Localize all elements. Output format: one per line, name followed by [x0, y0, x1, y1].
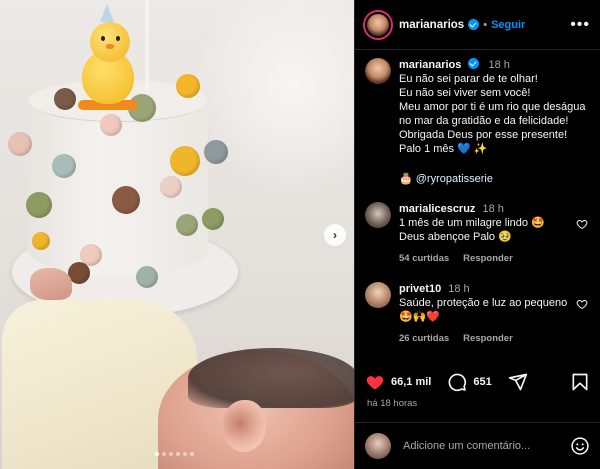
caption-time: 18 h: [488, 59, 510, 71]
comment-text: 1 mês de um milagre lindo 🤩 Deus abençoe…: [399, 217, 545, 243]
heart-icon[interactable]: [576, 218, 588, 230]
comment-item: privet10 18 h Saúde, proteção e luz ao p…: [365, 282, 590, 346]
post-photo[interactable]: ›: [0, 0, 354, 469]
avatar[interactable]: [365, 202, 391, 228]
carousel-dot: [183, 452, 187, 456]
post-details-panel: marianarios • Seguir ••• marianarios 18 …: [354, 0, 600, 469]
comment-icon[interactable]: [447, 372, 467, 392]
carousel-dot: [155, 452, 159, 456]
comment-username[interactable]: privet10: [399, 283, 441, 295]
baby-hand: [30, 268, 72, 300]
comment-username[interactable]: marialicescruz: [399, 203, 475, 215]
likes-count[interactable]: 66,1 mil: [391, 376, 431, 388]
candle: [145, 0, 149, 90]
comment-item: marialicescruz 18 h 1 mês de um milagre …: [365, 202, 590, 266]
post-timestamp[interactable]: há 18 horas: [367, 398, 417, 409]
caption-username[interactable]: marianarios: [399, 59, 461, 71]
chevron-right-icon[interactable]: ›: [324, 224, 346, 246]
emoji-icon[interactable]: [570, 436, 590, 456]
cake-emoji: 🎂: [399, 173, 413, 185]
comment-time: 18 h: [482, 203, 504, 215]
verified-badge-icon: [468, 58, 480, 69]
carousel-dot: [190, 452, 194, 456]
comment-likes[interactable]: 54 curtidas: [399, 252, 449, 266]
avatar: [365, 433, 391, 459]
comments-list[interactable]: marianarios 18 h Eu não sei parar de te …: [355, 50, 600, 360]
bookmark-icon[interactable]: [570, 372, 590, 392]
reply-button[interactable]: Responder: [463, 252, 513, 266]
comment-text: Saúde, proteção e luz ao pequeno 🤩🙌❤️: [399, 297, 568, 323]
more-options-icon[interactable]: •••: [570, 16, 590, 34]
avatar[interactable]: [365, 58, 391, 84]
follow-button[interactable]: Seguir: [491, 19, 525, 31]
add-comment-bar: [355, 422, 600, 469]
heart-icon[interactable]: [576, 298, 588, 310]
author-username[interactable]: marianarios: [399, 19, 464, 31]
action-bar: 66,1 mil 651: [355, 362, 600, 402]
reply-button[interactable]: Responder: [463, 332, 513, 346]
share-icon[interactable]: [508, 372, 528, 392]
instagram-post-modal: › marianarios • Seguir ••• marianarios 1…: [0, 0, 600, 469]
avatar[interactable]: [365, 11, 391, 38]
carousel-dot: [162, 452, 166, 456]
comment-time: 18 h: [448, 283, 470, 295]
caption-text: Eu não sei parar de te olhar! Eu não sei…: [399, 73, 586, 155]
mention-link[interactable]: @ryropatisserie: [416, 173, 493, 185]
carousel-dot: [169, 452, 173, 456]
post-header: marianarios • Seguir •••: [355, 0, 600, 50]
carousel-dot: [176, 452, 180, 456]
baby-ear: [222, 400, 266, 452]
comment-input[interactable]: [403, 440, 570, 452]
heart-icon[interactable]: [365, 372, 385, 392]
comments-count: 651: [473, 376, 492, 388]
comment-likes[interactable]: 26 curtidas: [399, 332, 449, 346]
caption: marianarios 18 h Eu não sei parar de te …: [365, 58, 590, 186]
carousel-dots: [155, 452, 194, 456]
verified-badge-icon: [468, 19, 480, 30]
avatar[interactable]: [365, 282, 391, 308]
